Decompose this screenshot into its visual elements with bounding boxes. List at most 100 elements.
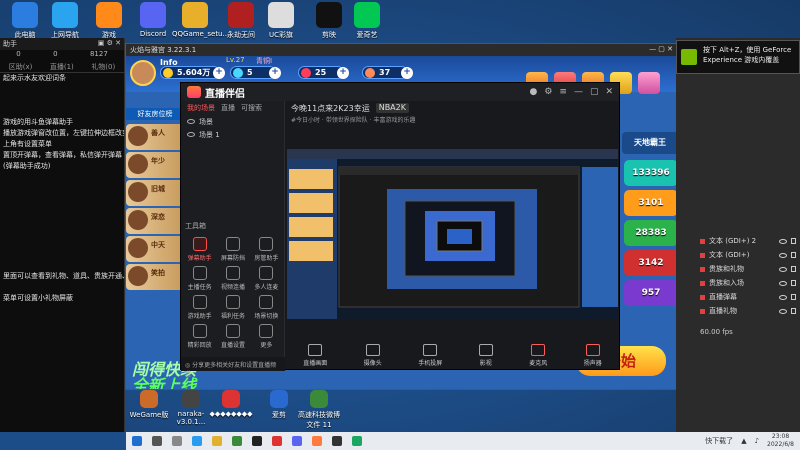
room-title[interactable]: 今晚11点来2K23幸运 xyxy=(291,103,370,113)
start-icon[interactable] xyxy=(132,436,142,446)
search-icon[interactable] xyxy=(152,436,162,446)
friend-row[interactable]: 旧城 xyxy=(126,180,184,206)
desktop-shortcut[interactable]: QQGame_setu... xyxy=(172,2,229,38)
desktop-shortcut[interactable]: 爱奇艺 xyxy=(344,2,390,40)
visibility-icon[interactable] xyxy=(779,238,787,244)
action-button[interactable]: 手机投屏 xyxy=(418,343,442,367)
desktop-shortcut[interactable]: ◆◆◆◆◆◆◆◆ xyxy=(208,390,254,418)
action-button[interactable]: 影视 xyxy=(478,343,493,367)
toolbox-item[interactable]: 福利任务 xyxy=(216,295,249,320)
lock-icon[interactable] xyxy=(791,280,796,286)
geforce-notification[interactable]: 按下 Alt+Z，使用 GeForce Experience 游戏内覆盖 xyxy=(676,40,800,74)
toolbox-item[interactable]: 视频连播 xyxy=(216,266,249,291)
lock-icon[interactable] xyxy=(791,308,796,314)
lock-icon[interactable] xyxy=(791,252,796,258)
lock-icon[interactable] xyxy=(791,238,796,244)
taskview-icon[interactable] xyxy=(172,436,182,446)
tab-assist[interactable]: 区助(x) xyxy=(9,62,33,72)
friend-row[interactable]: 年少 xyxy=(126,152,184,178)
source-row[interactable]: 文本 (GDI+) 2 xyxy=(696,234,800,248)
eye-icon[interactable] xyxy=(187,119,195,124)
tab-live[interactable]: 直播(1) xyxy=(50,62,74,72)
room-entry-button[interactable]: 133396 xyxy=(624,160,677,186)
tray-text[interactable]: 快下载了 xyxy=(705,436,733,446)
toolbox-item[interactable]: 屏幕防挡 xyxy=(216,237,249,262)
app-icon[interactable] xyxy=(272,436,282,446)
action-button[interactable]: 扬声器 xyxy=(584,343,602,367)
app-icon[interactable] xyxy=(352,436,362,446)
volume-icon[interactable]: ♪ xyxy=(755,437,759,445)
room-entry-button[interactable]: 957 xyxy=(624,280,677,306)
add-diamonds-button[interactable]: + xyxy=(269,67,281,79)
visibility-icon[interactable] xyxy=(779,252,787,258)
folder-icon[interactable] xyxy=(212,436,222,446)
desktop-shortcut[interactable]: 上网导航 xyxy=(42,2,88,40)
clock[interactable]: 23:08 2022/6/8 xyxy=(767,433,794,449)
desktop-shortcut[interactable]: 游戏 xyxy=(86,2,132,40)
toolbox-item[interactable]: 游戏助手 xyxy=(183,295,216,320)
app-icon[interactable] xyxy=(312,436,322,446)
maximize-icon[interactable]: ▢ xyxy=(590,87,599,97)
toolbox-item[interactable]: 更多 xyxy=(250,324,283,349)
desktop-shortcut[interactable]: 高速科技微博文件 11 xyxy=(296,390,342,430)
visibility-icon[interactable] xyxy=(779,308,787,314)
app-icon[interactable] xyxy=(292,436,302,446)
room-entry-button[interactable]: 3142 xyxy=(624,250,677,276)
toolbox-item[interactable]: 场景切换 xyxy=(250,295,283,320)
tab-live[interactable]: 直播 xyxy=(221,103,235,113)
app-icon[interactable] xyxy=(332,436,342,446)
friend-row[interactable]: 笑拍 xyxy=(126,264,184,290)
settings-icon[interactable]: ⚙ xyxy=(544,87,552,97)
desktop-shortcut[interactable]: WeGame版 xyxy=(126,390,172,420)
room-entry-button[interactable]: 3101 xyxy=(624,190,677,216)
toolbox-item[interactable]: 主播任务 xyxy=(183,266,216,291)
lock-icon[interactable] xyxy=(791,294,796,300)
window-controls[interactable]: — ▢ ✕ xyxy=(649,45,673,55)
source-row[interactable]: 贵族和入场 xyxy=(696,276,800,290)
app-icon[interactable] xyxy=(232,436,242,446)
sidebar-footer[interactable]: ◎ 分享更多相关好友和设置直播频道 xyxy=(181,357,285,378)
desktop-shortcut[interactable]: UC彩旗 xyxy=(258,2,304,40)
menu-icon[interactable]: ≡ xyxy=(559,87,567,97)
toolbox-item[interactable]: 多人连麦 xyxy=(250,266,283,291)
source-row[interactable]: 文本 (GDI+) xyxy=(696,248,800,262)
stream-preview[interactable] xyxy=(287,149,618,319)
friend-row[interactable]: 深恋 xyxy=(126,208,184,234)
action-button[interactable]: 直播画面 xyxy=(303,343,327,367)
app-icon[interactable] xyxy=(252,436,262,446)
friend-row[interactable]: 中天 xyxy=(126,236,184,262)
visibility-icon[interactable] xyxy=(779,266,787,272)
action-button[interactable]: 麦克风 xyxy=(529,343,547,367)
friend-row[interactable]: 善人 xyxy=(126,124,184,150)
panel-window-controls[interactable]: ▣ ⚙ ✕ xyxy=(98,39,121,49)
source-row[interactable]: 直播礼物 xyxy=(696,304,800,318)
add-coins-button[interactable]: + xyxy=(213,67,225,79)
toolbox-item[interactable]: 直播设置 xyxy=(216,324,249,349)
edge-icon[interactable] xyxy=(192,436,202,446)
add-candy-button[interactable]: + xyxy=(401,67,413,79)
source-row[interactable]: 贵族和礼物 xyxy=(696,262,800,276)
toolbox-item[interactable]: 弹幕助手 xyxy=(183,237,216,262)
source-row[interactable]: 直播弹幕 xyxy=(696,290,800,304)
friends-tab[interactable]: 好友房位榜 xyxy=(126,108,184,120)
action-button[interactable]: 摄像头 xyxy=(364,343,382,367)
tab-search[interactable]: 可搜索 xyxy=(241,103,262,113)
scene-row[interactable]: 场景 1 xyxy=(181,128,284,141)
avatar-icon[interactable]: ● xyxy=(529,87,537,97)
live-streaming-app[interactable]: 直播伴侣 ● ⚙ ≡ — ▢ ✕ 我的场景 直播 可搜索 场景 场景 1 工具箱… xyxy=(180,82,620,378)
tab-gifts[interactable]: 礼物(0) xyxy=(91,62,115,72)
player-avatar[interactable] xyxy=(130,60,156,86)
room-entry-button[interactable]: 28383 xyxy=(624,220,677,246)
network-icon[interactable]: ▲ xyxy=(741,437,746,445)
add-hearts-button[interactable]: + xyxy=(337,67,349,79)
tab-my-scenes[interactable]: 我的场景 xyxy=(187,103,215,113)
toolbox-item[interactable]: 房管助手 xyxy=(250,237,283,262)
close-icon[interactable]: ✕ xyxy=(605,87,613,97)
visibility-icon[interactable] xyxy=(779,280,787,286)
event-icon[interactable] xyxy=(638,72,660,94)
desktop-shortcut[interactable]: Discord xyxy=(130,2,176,38)
eye-icon[interactable] xyxy=(187,132,195,137)
scene-row[interactable]: 场景 xyxy=(181,115,284,128)
visibility-icon[interactable] xyxy=(779,294,787,300)
toolbox-item[interactable]: 精彩回放 xyxy=(183,324,216,349)
